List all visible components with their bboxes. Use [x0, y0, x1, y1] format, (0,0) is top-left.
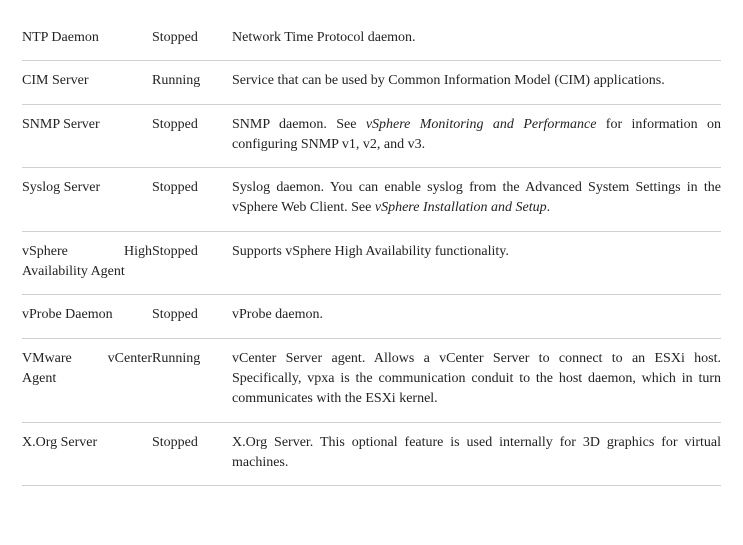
- service-status: Running: [152, 349, 232, 410]
- service-description: Service that can be used by Common Infor…: [232, 71, 721, 91]
- service-name: NTP Daemon: [22, 28, 152, 48]
- service-description: vCenter Server agent. Allows a vCenter S…: [232, 349, 721, 410]
- table-row: VMware vCenter AgentRunningvCenter Serve…: [22, 339, 721, 423]
- desc-text: .: [547, 200, 551, 215]
- desc-italic: vSphere Installation and Setup: [375, 200, 547, 215]
- service-name: CIM Server: [22, 71, 152, 91]
- service-description: vProbe daemon.: [232, 305, 721, 325]
- table-row: vProbe DaemonStoppedvProbe daemon.: [22, 295, 721, 338]
- table-row: Syslog ServerStoppedSyslog daemon. You c…: [22, 168, 721, 232]
- service-name: VMware vCenter Agent: [22, 349, 152, 410]
- desc-text: SNMP daemon. See: [232, 117, 366, 132]
- table-row: vSphere High Availability AgentStoppedSu…: [22, 232, 721, 296]
- service-status: Running: [152, 71, 232, 91]
- service-status: Stopped: [152, 433, 232, 474]
- desc-text: vProbe daemon.: [232, 307, 323, 322]
- table-row: SNMP ServerStoppedSNMP daemon. See vSphe…: [22, 105, 721, 169]
- service-name: SNMP Server: [22, 115, 152, 156]
- service-name: Syslog Server: [22, 178, 152, 219]
- service-name: vProbe Daemon: [22, 305, 152, 325]
- service-status: Stopped: [152, 242, 232, 283]
- service-status: Stopped: [152, 28, 232, 48]
- service-description: Syslog daemon. You can enable syslog fro…: [232, 178, 721, 219]
- service-name: X.Org Server: [22, 433, 152, 474]
- desc-text: X.Org Server. This optional feature is u…: [232, 435, 721, 470]
- table-row: CIM ServerRunningService that can be use…: [22, 61, 721, 104]
- table-row: NTP DaemonStoppedNetwork Time Protocol d…: [22, 18, 721, 61]
- desc-text: Supports vSphere High Availability funct…: [232, 244, 509, 259]
- desc-text: vCenter Server agent. Allows a vCenter S…: [232, 351, 721, 407]
- service-status: Stopped: [152, 178, 232, 219]
- desc-italic: vSphere Monitoring and Performance: [366, 117, 597, 132]
- service-status: Stopped: [152, 115, 232, 156]
- service-status: Stopped: [152, 305, 232, 325]
- table-row: X.Org ServerStoppedX.Org Server. This op…: [22, 423, 721, 487]
- service-name: vSphere High Availability Agent: [22, 242, 152, 283]
- service-description: X.Org Server. This optional feature is u…: [232, 433, 721, 474]
- services-table: NTP DaemonStoppedNetwork Time Protocol d…: [22, 18, 721, 486]
- service-description: Supports vSphere High Availability funct…: [232, 242, 721, 283]
- desc-text: Network Time Protocol daemon.: [232, 30, 416, 45]
- service-description: Network Time Protocol daemon.: [232, 28, 721, 48]
- service-description: SNMP daemon. See vSphere Monitoring and …: [232, 115, 721, 156]
- desc-text: Service that can be used by Common Infor…: [232, 73, 665, 88]
